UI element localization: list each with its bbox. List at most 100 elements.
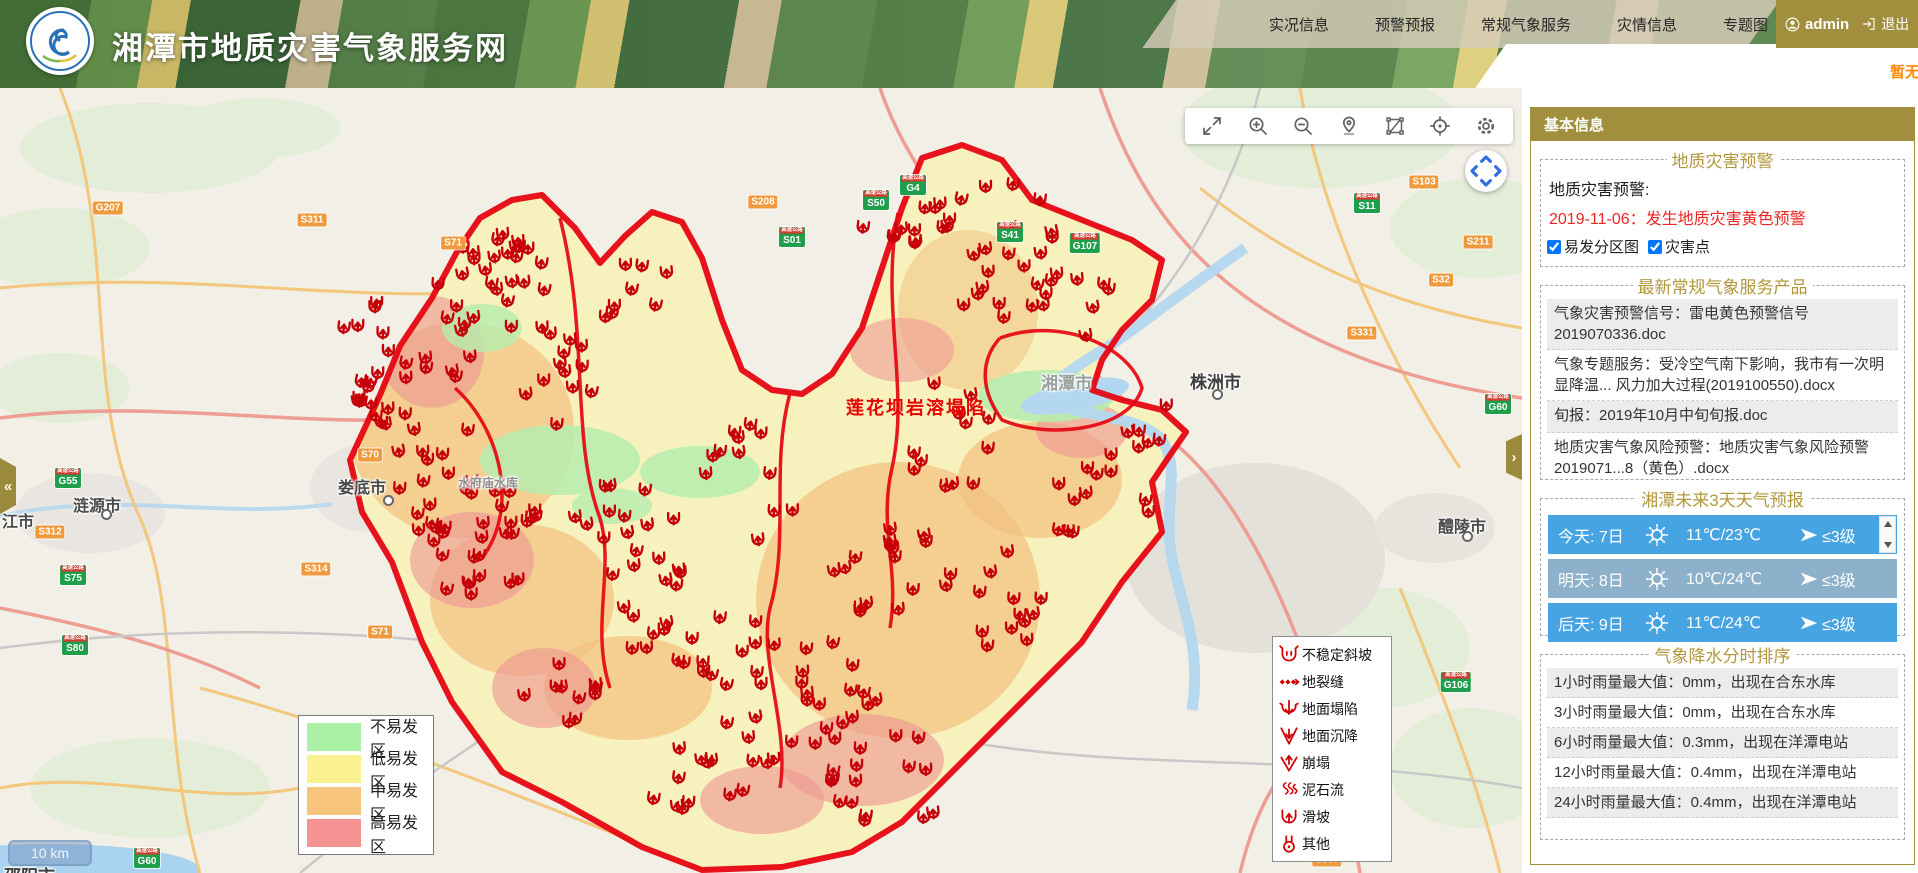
settings-icon[interactable] xyxy=(1470,110,1502,142)
scroll-up-icon[interactable] xyxy=(1884,521,1892,527)
road-shield-S211: S211 xyxy=(1464,236,1493,249)
sunny-icon xyxy=(1644,566,1670,592)
road-shield-label: S50 xyxy=(863,197,889,210)
road-shield-label: G207 xyxy=(93,202,123,215)
hazard-label: 地面塌陷 xyxy=(1302,699,1358,719)
road-shield-label: S71 xyxy=(441,237,465,250)
place-label-娄底市: 娄底市 xyxy=(338,474,386,498)
forecast-scrollbar[interactable] xyxy=(1879,516,1896,553)
road-shield-S50: 高速公路S50 xyxy=(863,190,889,210)
rockfall-icon xyxy=(1278,752,1300,774)
risk-zone-layer-checkbox[interactable] xyxy=(1547,240,1561,254)
expressway-banner: 高速公路 xyxy=(1355,193,1378,199)
forecast-temp: 11℃/23℃ xyxy=(1686,525,1798,545)
expressway-banner: 高速公路 xyxy=(998,222,1021,228)
user-box: admin 退出 xyxy=(1776,0,1918,48)
road-shield-label: G4 xyxy=(900,182,926,195)
road-shield-label: S32 xyxy=(1429,274,1453,287)
forecast-temp: 11℃/24℃ xyxy=(1686,613,1798,633)
road-shield-S75: 高速公路S75 xyxy=(60,565,86,585)
forecast-section: 湘潭未来3天天气预报 今天: 7日 11℃/23℃ ≤3级 明天: 8日 10℃… xyxy=(1540,486,1905,636)
forecast-wind-level: ≤3级 xyxy=(1822,523,1856,547)
expressway-banner: 高速公路 xyxy=(1486,394,1509,400)
zoom-out-icon[interactable] xyxy=(1287,110,1319,142)
nav-item-realtime[interactable]: 实况信息 xyxy=(1269,14,1329,35)
road-shield-label: S75 xyxy=(60,572,86,585)
hazard-marker[interactable] xyxy=(352,320,363,331)
wind-icon xyxy=(1798,524,1820,546)
header: 湘潭市地质灾害气象服务网 实况信息 预警预报 常规气象服务 灾情信息 专题图 a… xyxy=(0,0,1918,88)
road-shield-G60: 高速公路G60 xyxy=(1485,394,1511,414)
main-nav: 实况信息 预警预报 常规气象服务 灾情信息 专题图 xyxy=(1269,0,1768,48)
forecast-legend: 湘潭未来3天天气预报 xyxy=(1636,486,1808,511)
map-canvas[interactable]: G207S311S71S208高速公路S50高速公路S01高速公路S41高速公路… xyxy=(0,88,1522,873)
other-icon xyxy=(1278,833,1300,855)
forecast-row-day-after: 后天: 9日 11℃/24℃ ≤3级 xyxy=(1548,603,1897,642)
forecast-wind-level: ≤3级 xyxy=(1822,611,1856,635)
draw-polygon-icon[interactable] xyxy=(1379,110,1411,142)
product-item[interactable]: 气象专题服务：受冷空气南下影响，我市有一次明显降温... 风力加大过程(2019… xyxy=(1547,350,1898,401)
road-shield-label: G60 xyxy=(134,855,160,868)
place-label-涟源市: 涟源市 xyxy=(73,492,121,516)
locate-icon[interactable] xyxy=(1424,110,1456,142)
pan-control[interactable] xyxy=(1465,150,1507,192)
subsidence-icon xyxy=(1278,725,1300,747)
road-shield-label: S311 xyxy=(298,214,327,227)
map-toolbar xyxy=(1185,108,1513,144)
road-shield-S32: S32 xyxy=(1429,274,1453,287)
road-shield-label: S208 xyxy=(748,196,777,209)
road-shield-S70: S70 xyxy=(358,449,382,462)
forecast-row-tomorrow: 明天: 8日 10℃/24℃ ≤3级 xyxy=(1548,559,1897,598)
precip-ranking-legend: 气象降水分时排序 xyxy=(1650,642,1796,667)
nav-item-disaster-info[interactable]: 灾情信息 xyxy=(1617,14,1677,35)
debris-flow-icon xyxy=(1278,779,1300,801)
hazard-marker[interactable] xyxy=(857,221,869,233)
road-shield-label: G55 xyxy=(55,475,81,488)
hazard-legend-row: 崩塌 xyxy=(1278,749,1389,776)
geo-warning-label: 地质灾害预警: xyxy=(1549,176,1896,200)
forecast-day: 明天: 8日 xyxy=(1558,567,1644,591)
road-shield-label: S41 xyxy=(997,229,1023,242)
hazard-marker[interactable] xyxy=(377,327,388,339)
hazard-legend-row: 泥石流 xyxy=(1278,776,1389,803)
precip-item: 24小时雨量最大值：0.4mm，出现在洋潭电站 xyxy=(1547,788,1898,818)
expressway-banner: 高速公路 xyxy=(63,635,86,641)
road-shield-G55: 高速公路G55 xyxy=(55,468,81,488)
add-marker-icon[interactable] xyxy=(1333,110,1365,142)
nav-item-thematic-map[interactable]: 专题图 xyxy=(1723,14,1768,35)
hazard-marker[interactable] xyxy=(383,345,394,356)
expressway-banner: 高速公路 xyxy=(1442,672,1469,678)
hazard-points-layer-label: 灾害点 xyxy=(1665,236,1710,257)
fullscreen-icon[interactable] xyxy=(1196,110,1228,142)
hazard-marker[interactable] xyxy=(1161,400,1172,411)
logout-button[interactable]: 退出 xyxy=(1881,14,1909,34)
product-item[interactable]: 旬报：2019年10月中旬旬报.doc xyxy=(1547,401,1898,433)
hazard-label: 地面沉降 xyxy=(1302,726,1358,746)
hazard-points-layer-checkbox[interactable] xyxy=(1648,240,1662,254)
road-shield-label: S314 xyxy=(301,563,330,576)
road-shield-S208: S208 xyxy=(748,196,777,209)
unstable-slope-icon xyxy=(1278,644,1300,666)
product-item[interactable]: 地质灾害气象风险预警：地质灾害气象风险预警2019071...8（黄色）.doc… xyxy=(1547,433,1898,480)
forecast-temp: 10℃/24℃ xyxy=(1686,569,1798,589)
username[interactable]: admin xyxy=(1805,16,1849,33)
risk-zone-legend: 不易发区低易发区中易发区高易发区 xyxy=(298,715,434,855)
logout-icon[interactable] xyxy=(1861,16,1877,32)
zoom-in-icon[interactable] xyxy=(1242,110,1274,142)
geo-warning-message: 2019-11-06：发生地质灾害黄色预警 xyxy=(1549,205,1896,229)
place-label-江市: 江市 xyxy=(2,508,34,532)
expressway-banner: 高速公路 xyxy=(61,565,84,571)
product-item[interactable]: 气象灾害预警信号：雷电黄色预警信号2019070336.doc xyxy=(1547,299,1898,350)
nav-item-regular-service[interactable]: 常规气象服务 xyxy=(1481,14,1571,35)
expressway-banner: 高速公路 xyxy=(135,848,158,854)
user-icon xyxy=(1784,16,1801,33)
hazard-marker[interactable] xyxy=(338,321,350,333)
road-shield-label: S103 xyxy=(1409,176,1438,189)
scroll-down-icon[interactable] xyxy=(1884,542,1892,548)
nav-item-warning-forecast[interactable]: 预警预报 xyxy=(1375,14,1435,35)
road-shield-S103: S103 xyxy=(1409,176,1438,189)
collapse-left-handle[interactable]: « xyxy=(0,458,16,514)
collapse-right-handle[interactable]: › xyxy=(1506,434,1522,480)
place-dot xyxy=(1212,389,1223,400)
hazard-legend-row: 其他 xyxy=(1278,830,1389,857)
